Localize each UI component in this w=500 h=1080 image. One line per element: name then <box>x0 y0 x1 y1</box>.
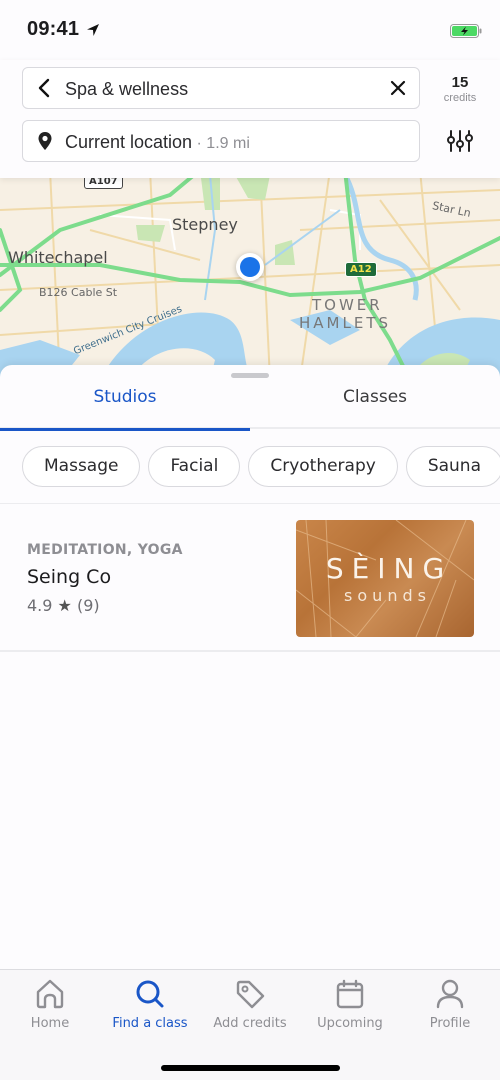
location-value: Current location <box>65 132 193 152</box>
sheet-drag-handle[interactable] <box>231 373 269 378</box>
studio-rating: 4.9 ★ (9) <box>27 596 100 615</box>
person-icon <box>436 979 464 1009</box>
home-indicator[interactable] <box>161 1065 340 1071</box>
image-subtitle: sounds <box>344 586 431 605</box>
tag-icon <box>236 980 265 1009</box>
review-count: (9) <box>76 596 100 615</box>
image-title: SÈING <box>325 552 453 585</box>
credits-label: credits <box>443 92 477 104</box>
nav-home[interactable]: Home <box>0 978 100 1031</box>
credits-counter[interactable]: 15 credits <box>436 74 484 104</box>
nav-profile-label: Profile <box>429 1016 471 1031</box>
rating-value: 4.9 <box>27 596 53 615</box>
tab-classes[interactable]: Classes <box>250 379 500 429</box>
search-input[interactable]: Spa & wellness <box>65 79 188 100</box>
results-tabs: Studios Classes <box>0 379 500 431</box>
studio-categories: MEDITATION, YOGA <box>27 542 183 558</box>
nav-upcoming-label: Upcoming <box>317 1016 383 1031</box>
credits-count: 15 <box>451 74 469 91</box>
nav-find-a-class-label: Find a class <box>112 1016 188 1031</box>
search-icon <box>136 980 164 1008</box>
results-sheet: Studios Classes Massage Facial Cryotherapy… <box>0 365 500 970</box>
nav-add-credits[interactable]: Add credits <box>200 978 300 1031</box>
map-label-stepney: Stepney <box>172 215 238 234</box>
location-distance: · 1.9 mi <box>192 135 250 152</box>
nav-add-credits-label: Add credits <box>213 1016 287 1031</box>
calendar-icon <box>336 979 364 1009</box>
nav-home-label: Home <box>30 1016 70 1031</box>
location-input[interactable]: Current location · 1.9 mi <box>65 132 250 153</box>
user-location-dot <box>236 253 264 281</box>
bottom-tab-bar: Home Find a class Add credits Upcoming P… <box>0 969 500 1080</box>
nav-upcoming[interactable]: Upcoming <box>300 978 400 1031</box>
map-label-whitechapel: Whitechapel <box>8 248 108 267</box>
search-field[interactable]: Spa & wellness <box>22 67 420 109</box>
chip-cryotherapy[interactable]: Cryotherapy <box>248 446 398 487</box>
tab-studios[interactable]: Studios <box>0 379 250 431</box>
close-icon[interactable] <box>389 79 407 97</box>
star-icon: ★ <box>57 596 72 615</box>
sliders-icon[interactable] <box>446 128 474 154</box>
nav-profile[interactable]: Profile <box>400 978 500 1031</box>
location-field[interactable]: Current location · 1.9 mi <box>22 120 420 162</box>
search-header: Spa & wellness 15 credits Current locati… <box>0 60 500 178</box>
map-label-tower: TOWER <box>312 296 383 314</box>
chip-sauna[interactable]: Sauna <box>405 446 500 487</box>
map-pin-icon <box>38 132 52 150</box>
home-icon <box>36 979 64 1009</box>
studio-name: Seing Co <box>27 566 112 588</box>
battery-charging-icon <box>450 24 482 38</box>
nav-find-a-class[interactable]: Find a class <box>100 978 200 1031</box>
chip-massage[interactable]: Massage <box>22 446 141 487</box>
status-time: 09:41 <box>27 18 80 40</box>
map-label-hamlets: HAMLETS <box>299 314 392 332</box>
studio-image: SÈING sounds <box>296 520 474 637</box>
map-label-cable-st: B126 Cable St <box>39 286 118 299</box>
category-chips: Massage Facial Cryotherapy Sauna <box>22 446 500 487</box>
location-arrow-icon <box>87 24 99 36</box>
chevron-left-icon[interactable] <box>35 78 55 98</box>
status-bar: 09:41 <box>0 0 500 60</box>
chip-facial[interactable]: Facial <box>148 446 241 487</box>
road-shield-a12: A12 <box>345 262 377 277</box>
studio-list-item[interactable]: MEDITATION, YOGA Seing Co 4.9 ★ (9) SÈIN… <box>0 504 500 652</box>
map-label-tower-hamlets: TOWER HAMLETS <box>299 296 391 332</box>
